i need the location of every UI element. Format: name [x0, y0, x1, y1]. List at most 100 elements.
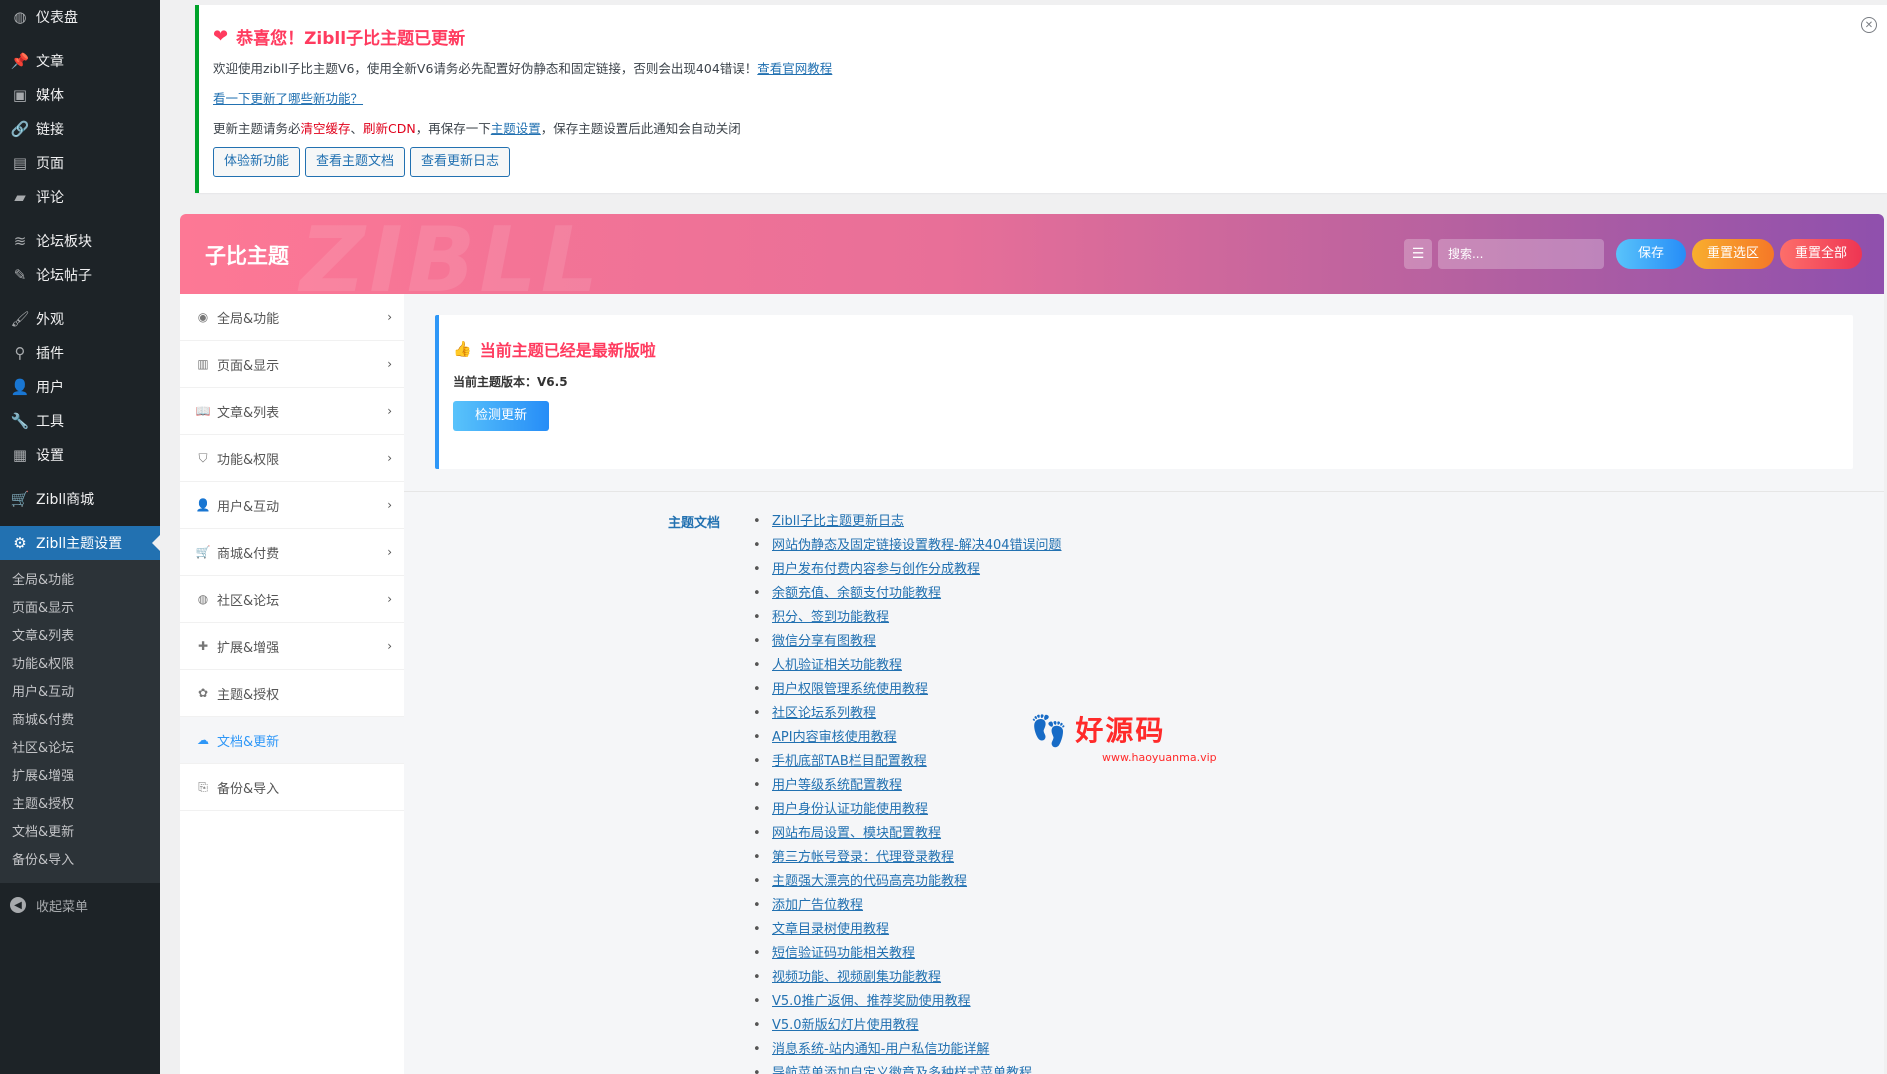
doc-link[interactable]: V5.0新版幻灯片使用教程 [772, 1018, 919, 1033]
reset-all-button[interactable]: 重置全部 [1779, 239, 1862, 269]
menu-separator [0, 292, 160, 302]
user-icon: 👤 [10, 378, 30, 396]
admin-submenu-item[interactable]: 主题&授权 [0, 791, 160, 819]
doc-link[interactable]: 网站布局设置、模块配置教程 [772, 826, 941, 841]
forum-post-icon: ✎ [13, 266, 27, 284]
admin-menu-item[interactable]: ✎ 论坛帖子 [0, 258, 160, 292]
whats-new-link[interactable]: 看一下更新了哪些新功能？ [213, 91, 363, 106]
doc-link[interactable]: V5.0推广返佣、推荐奖励使用教程 [772, 994, 971, 1009]
doc-link[interactable]: 社区论坛系列教程 [772, 706, 876, 721]
panel-nav-item[interactable]: 📖 文章&列表 › [180, 388, 404, 435]
admin-menu-item[interactable]: 🔗 链接 [0, 112, 160, 146]
admin-menu-item[interactable]: ≋ 论坛板块 [0, 224, 160, 258]
close-icon[interactable]: ✕ [1861, 17, 1877, 33]
admin-menu-item[interactable]: ▦ 设置 [0, 438, 160, 472]
doc-link[interactable]: 用户身份认证功能使用教程 [772, 802, 928, 817]
doc-link[interactable]: Zibll子比主题更新日志 [772, 514, 904, 529]
docs-label: 主题文档 [668, 516, 721, 531]
admin-menu-item[interactable]: ⚲ 插件 [0, 336, 160, 370]
collapse-menu-button[interactable]: ◀ 收起菜单 [0, 887, 160, 923]
doc-link[interactable]: 主题强大漂亮的代码高亮功能教程 [772, 874, 967, 889]
panel-nav-item[interactable]: ⎘ 备份&导入 [180, 764, 404, 811]
view-changelog-button[interactable]: 查看更新日志 [410, 147, 511, 177]
admin-menu-item[interactable]: 🔧 工具 [0, 404, 160, 438]
doc-link[interactable]: 网站伪静态及固定链接设置教程-解决404错误问题 [772, 538, 1062, 553]
brush-icon: 🖌 [10, 310, 30, 328]
try-new-features-button[interactable]: 体验新功能 [213, 147, 301, 177]
panel-nav-item[interactable]: 👤 用户&互动 › [180, 482, 404, 529]
panel-nav-item[interactable]: ✿ 主题&授权 [180, 670, 404, 717]
docs-list-item: V5.0新版幻灯片使用教程 [753, 1014, 1062, 1038]
doc-link[interactable]: 第三方帐号登录：代理登录教程 [772, 850, 954, 865]
doc-link[interactable]: 消息系统-站内通知-用户私信功能详解 [772, 1042, 989, 1057]
check-update-button[interactable]: 检测更新 [453, 401, 549, 431]
panel-nav-item[interactable]: ✚ 扩展&增强 › [180, 623, 404, 670]
theme-settings-link[interactable]: 主题设置 [491, 121, 541, 136]
panel-header: ZIBLL 子比主题 ☰ 保存 重置选区 重置全部 [180, 214, 1884, 313]
doc-link[interactable]: 余额充值、余额支付功能教程 [772, 586, 941, 601]
doc-link[interactable]: 积分、签到功能教程 [772, 610, 889, 625]
doc-link[interactable]: 短信验证码功能相关教程 [772, 946, 915, 961]
cart-icon: 🛒 [10, 490, 30, 508]
doc-link[interactable]: 用户等级系统配置教程 [772, 778, 902, 793]
save-button[interactable]: 保存 [1615, 239, 1686, 269]
search-input[interactable] [1437, 239, 1604, 269]
panel-nav-item[interactable]: 🛒 商城&付费 › [180, 529, 404, 576]
admin-menu-item[interactable]: ▰ 评论 [0, 180, 160, 214]
admin-submenu-item[interactable]: 用户&互动 [0, 679, 160, 707]
notice-line-3: 更新主题请务必清空缓存、刷新CDN，再保存一下主题设置，保存主题设置后此通知会自… [213, 121, 741, 136]
doc-link[interactable]: 视频功能、视频剧集功能教程 [772, 970, 941, 985]
admin-submenu-item[interactable]: 页面&显示 [0, 595, 160, 623]
calendar-icon: ▥ [197, 357, 209, 371]
admin-submenu-item[interactable]: 社区&论坛 [0, 735, 160, 763]
gear-icon: ⚙ [13, 534, 27, 552]
doc-link[interactable]: 用户权限管理系统使用教程 [772, 682, 928, 697]
admin-menu-item[interactable]: ◍ 仪表盘 [0, 0, 160, 34]
list-toggle-icon[interactable]: ☰ [1403, 239, 1432, 269]
admin-menu-item[interactable]: 🛒 Zibll商城 [0, 482, 160, 516]
admin-submenu-item[interactable]: 文章&列表 [0, 623, 160, 651]
docs-list-item: 主题强大漂亮的代码高亮功能教程 [753, 870, 1062, 894]
admin-menu-item[interactable]: ▣ 媒体 [0, 78, 160, 112]
doc-link[interactable]: 添加广告位教程 [772, 898, 863, 913]
theme-icon: ✿ [197, 686, 209, 700]
admin-menu-item[interactable]: 📌 文章 [0, 44, 160, 78]
admin-submenu-item[interactable]: 全局&功能 [0, 567, 160, 595]
admin-submenu-item[interactable]: 扩展&增强 [0, 763, 160, 791]
comment-icon: ▰ [14, 188, 26, 206]
admin-menu-item[interactable]: ▤ 页面 [0, 146, 160, 180]
admin-submenu-item[interactable]: 功能&权限 [0, 651, 160, 679]
doc-link[interactable]: 微信分享有图教程 [772, 634, 876, 649]
user-icon: 👤 [195, 498, 211, 512]
docs-list-item: 微信分享有图教程 [753, 630, 1062, 654]
panel-nav-item[interactable]: ☁ 文档&更新 [180, 717, 404, 764]
admin-menu-item[interactable]: 🖌 外观 [0, 302, 160, 336]
cloud-icon: ☁ [197, 733, 209, 747]
doc-link[interactable]: 手机底部TAB栏目配置教程 [772, 754, 927, 769]
admin-submenu-item[interactable]: 商城&付费 [0, 707, 160, 735]
docs-list-item: 短信验证码功能相关教程 [753, 942, 1062, 966]
doc-link[interactable]: 用户发布付费内容参与创作分成教程 [772, 562, 980, 577]
doc-link[interactable]: 文章目录树使用教程 [772, 922, 889, 937]
panel-nav-item[interactable]: ◍ 社区&论坛 › [180, 576, 404, 623]
admin-menu-item-active[interactable]: ⚙ Zibll主题设置 [0, 526, 160, 560]
doc-link[interactable]: 导航菜单添加自定义徽章及多种样式菜单教程 [772, 1066, 1032, 1074]
reset-section-button[interactable]: 重置选区 [1691, 239, 1774, 269]
panel-title: 子比主题 [205, 244, 289, 268]
wrench-icon: 🔧 [10, 412, 30, 430]
panel-nav-item[interactable]: ▥ 页面&显示 › [180, 341, 404, 388]
admin-submenu-item[interactable]: 文档&更新 [0, 819, 160, 847]
admin-menu-item[interactable]: 👤 用户 [0, 370, 160, 404]
link-icon: 🔗 [10, 120, 30, 138]
official-tutorial-link[interactable]: 查看官网教程 [757, 61, 832, 76]
heart-icon: ❤ [213, 25, 229, 47]
panel-nav-item[interactable]: ◉ 全局&功能 › [180, 294, 404, 341]
docs-list-item: 消息系统-站内通知-用户私信功能详解 [753, 1038, 1062, 1062]
admin-submenu-item[interactable]: 备份&导入 [0, 847, 160, 875]
notice-buttons: 体验新功能 查看主题文档 查看更新日志 [213, 147, 1873, 177]
doc-link[interactable]: API内容审核使用教程 [772, 730, 897, 745]
view-docs-button[interactable]: 查看主题文档 [305, 147, 406, 177]
panel-nav-item[interactable]: ⛉ 功能&权限 › [180, 435, 404, 482]
doc-link[interactable]: 人机验证相关功能教程 [772, 658, 902, 673]
panel-toolbar: ☰ 保存 重置选区 重置全部 [1403, 239, 1862, 269]
